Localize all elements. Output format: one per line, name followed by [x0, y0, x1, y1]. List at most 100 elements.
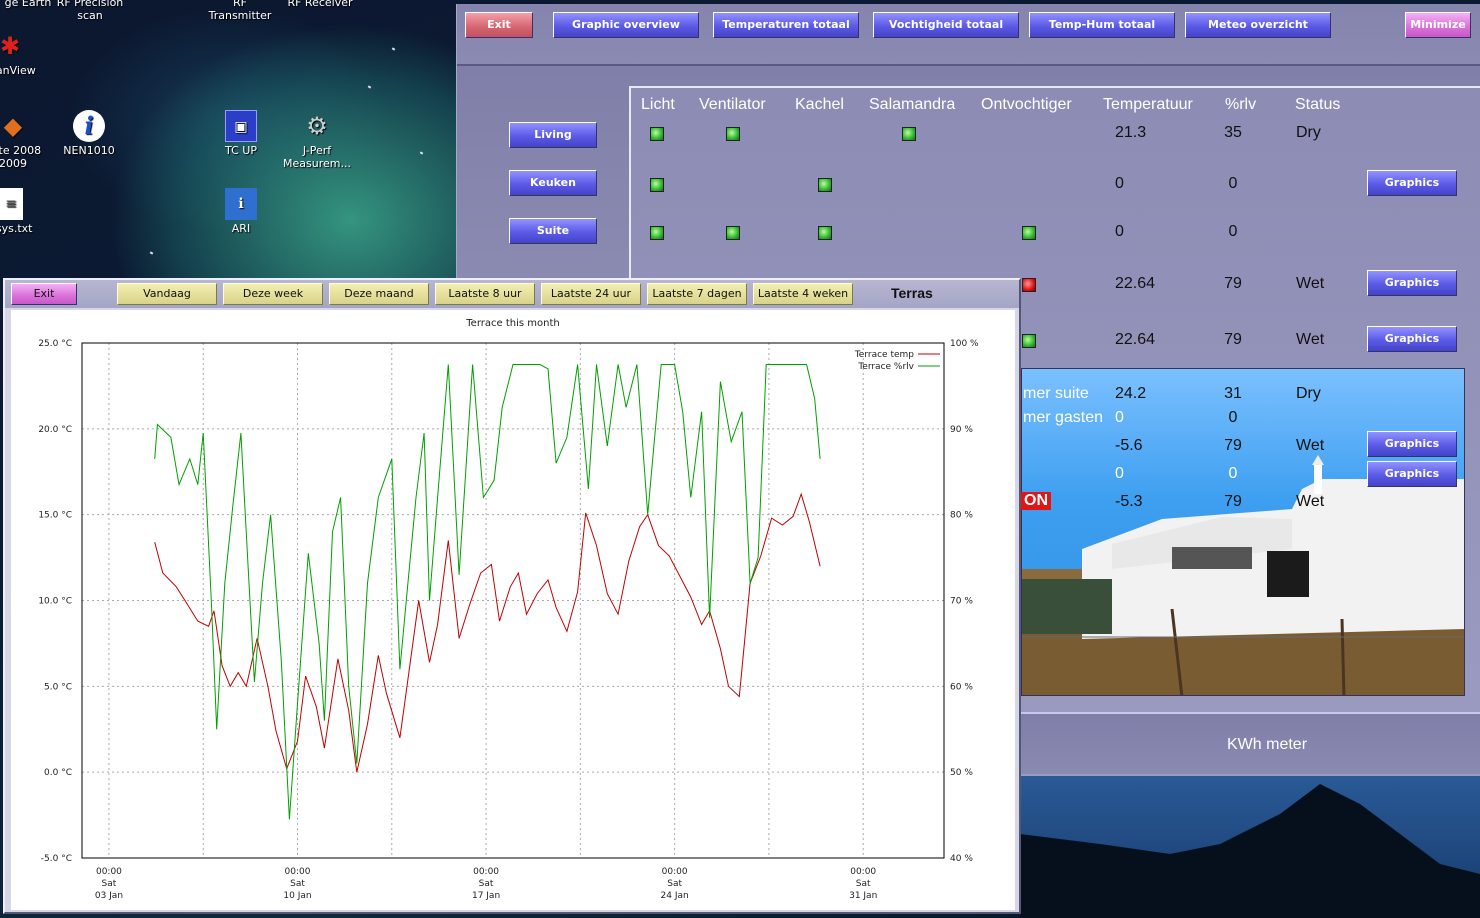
temp-value: 24.2 [1115, 385, 1147, 402]
room-keuken-button[interactable]: Keuken [509, 170, 597, 196]
x-tick-label-group: 00:00 Sat 24 Jan [661, 867, 689, 901]
y-right-tick-label: 80 % [950, 511, 973, 521]
series-line-terrace-temp [154, 492, 821, 773]
mountain-background [1020, 774, 1480, 918]
meteo-overzicht-button[interactable]: Meteo overzicht [1185, 12, 1331, 38]
x-tick-day: Sat [856, 879, 871, 889]
desktop-icon-label: IrfanView [0, 64, 36, 77]
tab-laatste-8-uur[interactable]: Laatste 8 uur [435, 283, 535, 305]
col-ventilator: Ventilator [699, 96, 766, 113]
status-value: Wet [1296, 275, 1325, 292]
desktop-icon-jperf[interactable]: ⚙ J-Perf Measurem... [272, 110, 362, 170]
col-temperatuur: Temperatuur [1103, 96, 1193, 113]
led-ventilator-living [726, 127, 740, 141]
desktop-top-label[interactable]: ge Earth [0, 0, 56, 9]
graphics-button[interactable]: Graphics [1367, 170, 1457, 196]
x-tick-label-group: 00:00 Sat 10 Jan [283, 867, 311, 901]
x-tick-time: 00:00 [285, 867, 311, 877]
desktop-icon-ari[interactable]: ℹ ARI [196, 188, 286, 235]
status-value: Dry [1296, 385, 1321, 402]
graphics-button[interactable]: Graphics [1367, 270, 1457, 296]
tab-deze-week[interactable]: Deze week [223, 283, 323, 305]
top-toolbar: Exit Graphic overview Temperaturen totaa… [457, 4, 1480, 66]
graphics-button[interactable]: Graphics [1367, 431, 1457, 457]
rh-value: 31 [1224, 385, 1242, 402]
graphic-overview-button[interactable]: Graphic overview [553, 12, 699, 38]
col-status: Status [1295, 96, 1341, 113]
status-value: Wet [1296, 331, 1325, 348]
temp-value: 0 [1115, 409, 1124, 426]
irfanview-icon: ✱ [0, 32, 21, 60]
temp-value: 0 [1115, 223, 1124, 240]
led-licht-living [650, 127, 664, 141]
graphics-button[interactable]: Graphics [1367, 461, 1457, 487]
tcup-icon: ▣ [225, 110, 257, 142]
desktop-icon-ksys[interactable]: ≡ ksys.txt [0, 188, 46, 235]
terras-graph-window: Exit Vandaag Deze week Deze maand Laatst… [3, 278, 1021, 914]
room-label: mer gasten [1023, 409, 1104, 426]
tab-deze-maand[interactable]: Deze maand [329, 283, 429, 305]
desktop-top-label[interactable]: RF Precision scan [50, 0, 130, 22]
route-icon: ◆ [3, 112, 23, 140]
rh-value: 35 [1224, 124, 1242, 141]
desktop-top-label[interactable]: RF Receiver [280, 0, 360, 9]
y-left-tick-label: -5.0 °C [41, 854, 72, 864]
desktop-icon-route[interactable]: ◆ oute 2008 2009 [0, 110, 46, 170]
ari-icon: ℹ [225, 188, 257, 220]
led-salamandra-living [902, 127, 916, 141]
chart-title: Terrace this month [465, 318, 559, 329]
room-suite-button[interactable]: Suite [509, 218, 597, 244]
star [149, 251, 154, 255]
col-ontvochtiger: Ontvochtiger [981, 96, 1072, 113]
rh-value: 0 [1228, 465, 1238, 482]
legend-label: Terrace %rlv [857, 362, 914, 372]
kwh-meter-label: KWh meter [1227, 736, 1308, 753]
rh-value: 0 [1228, 223, 1238, 240]
led-ontvochtiger [1022, 334, 1036, 348]
legend-label: Terrace temp [854, 350, 914, 360]
tab-vandaag[interactable]: Vandaag [117, 283, 217, 305]
desktop-icon-irfanview[interactable]: ✱ IrfanView [0, 30, 40, 77]
y-left-tick-label: 15.0 °C [38, 511, 72, 521]
status-value: Dry [1296, 124, 1321, 141]
on-status-badge: ON [1021, 492, 1051, 510]
room-living-button[interactable]: Living [509, 122, 597, 148]
col-kachel: Kachel [795, 96, 844, 113]
tab-laatste-24-uur[interactable]: Laatste 24 uur [541, 283, 641, 305]
graph-exit-button[interactable]: Exit [11, 283, 77, 305]
minimize-button[interactable]: Minimize [1405, 12, 1471, 38]
rh-value: 79 [1224, 493, 1242, 510]
graph-window-title: Terras [891, 285, 933, 301]
tab-laatste-7-dagen[interactable]: Laatste 7 dagen [647, 283, 747, 305]
vochtigheid-totaal-button[interactable]: Vochtigheid totaal [873, 12, 1019, 38]
y-left-tick-label: 20.0 °C [38, 425, 72, 435]
x-tick-day: Sat [479, 879, 494, 889]
x-tick-day: Sat [290, 879, 305, 889]
x-tick-date: 24 Jan [661, 891, 689, 901]
x-tick-time: 00:00 [473, 867, 499, 877]
room-label: mer suite [1023, 385, 1089, 402]
desktop-top-label[interactable]: RF Transmitter [200, 0, 280, 22]
temperaturen-totaal-button[interactable]: Temperaturen totaal [713, 12, 859, 38]
graphics-button[interactable]: Graphics [1367, 326, 1457, 352]
y-right-tick-label: 60 % [950, 682, 973, 692]
desktop-icon-nen1010[interactable]: i NEN1010 [44, 110, 134, 157]
graph-toolbar: Exit Vandaag Deze week Deze maand Laatst… [5, 280, 1019, 308]
rh-value: 79 [1224, 331, 1242, 348]
rh-value: 79 [1224, 275, 1242, 292]
temp-value: -5.6 [1115, 437, 1143, 454]
temp-value: 22.64 [1115, 275, 1156, 292]
y-left-tick-label: 25.0 °C [38, 339, 72, 349]
col-rlv: %rlv [1225, 96, 1257, 113]
temp-hum-totaal-button[interactable]: Temp-Hum totaal [1029, 12, 1175, 38]
info-icon: i [73, 110, 105, 142]
desktop-icon-label: oute 2008 2009 [0, 144, 42, 170]
tab-laatste-4-weken[interactable]: Laatste 4 weken [753, 283, 853, 305]
x-tick-date: 31 Jan [849, 891, 877, 901]
col-salamandra: Salamandra [869, 96, 956, 113]
x-tick-label-group: 00:00 Sat 17 Jan [472, 867, 500, 901]
led-kachel-suite [818, 226, 832, 240]
text-file-icon: ≡ [0, 188, 23, 220]
exit-button[interactable]: Exit [465, 12, 533, 38]
y-left-tick-label: 10.0 °C [38, 597, 72, 607]
